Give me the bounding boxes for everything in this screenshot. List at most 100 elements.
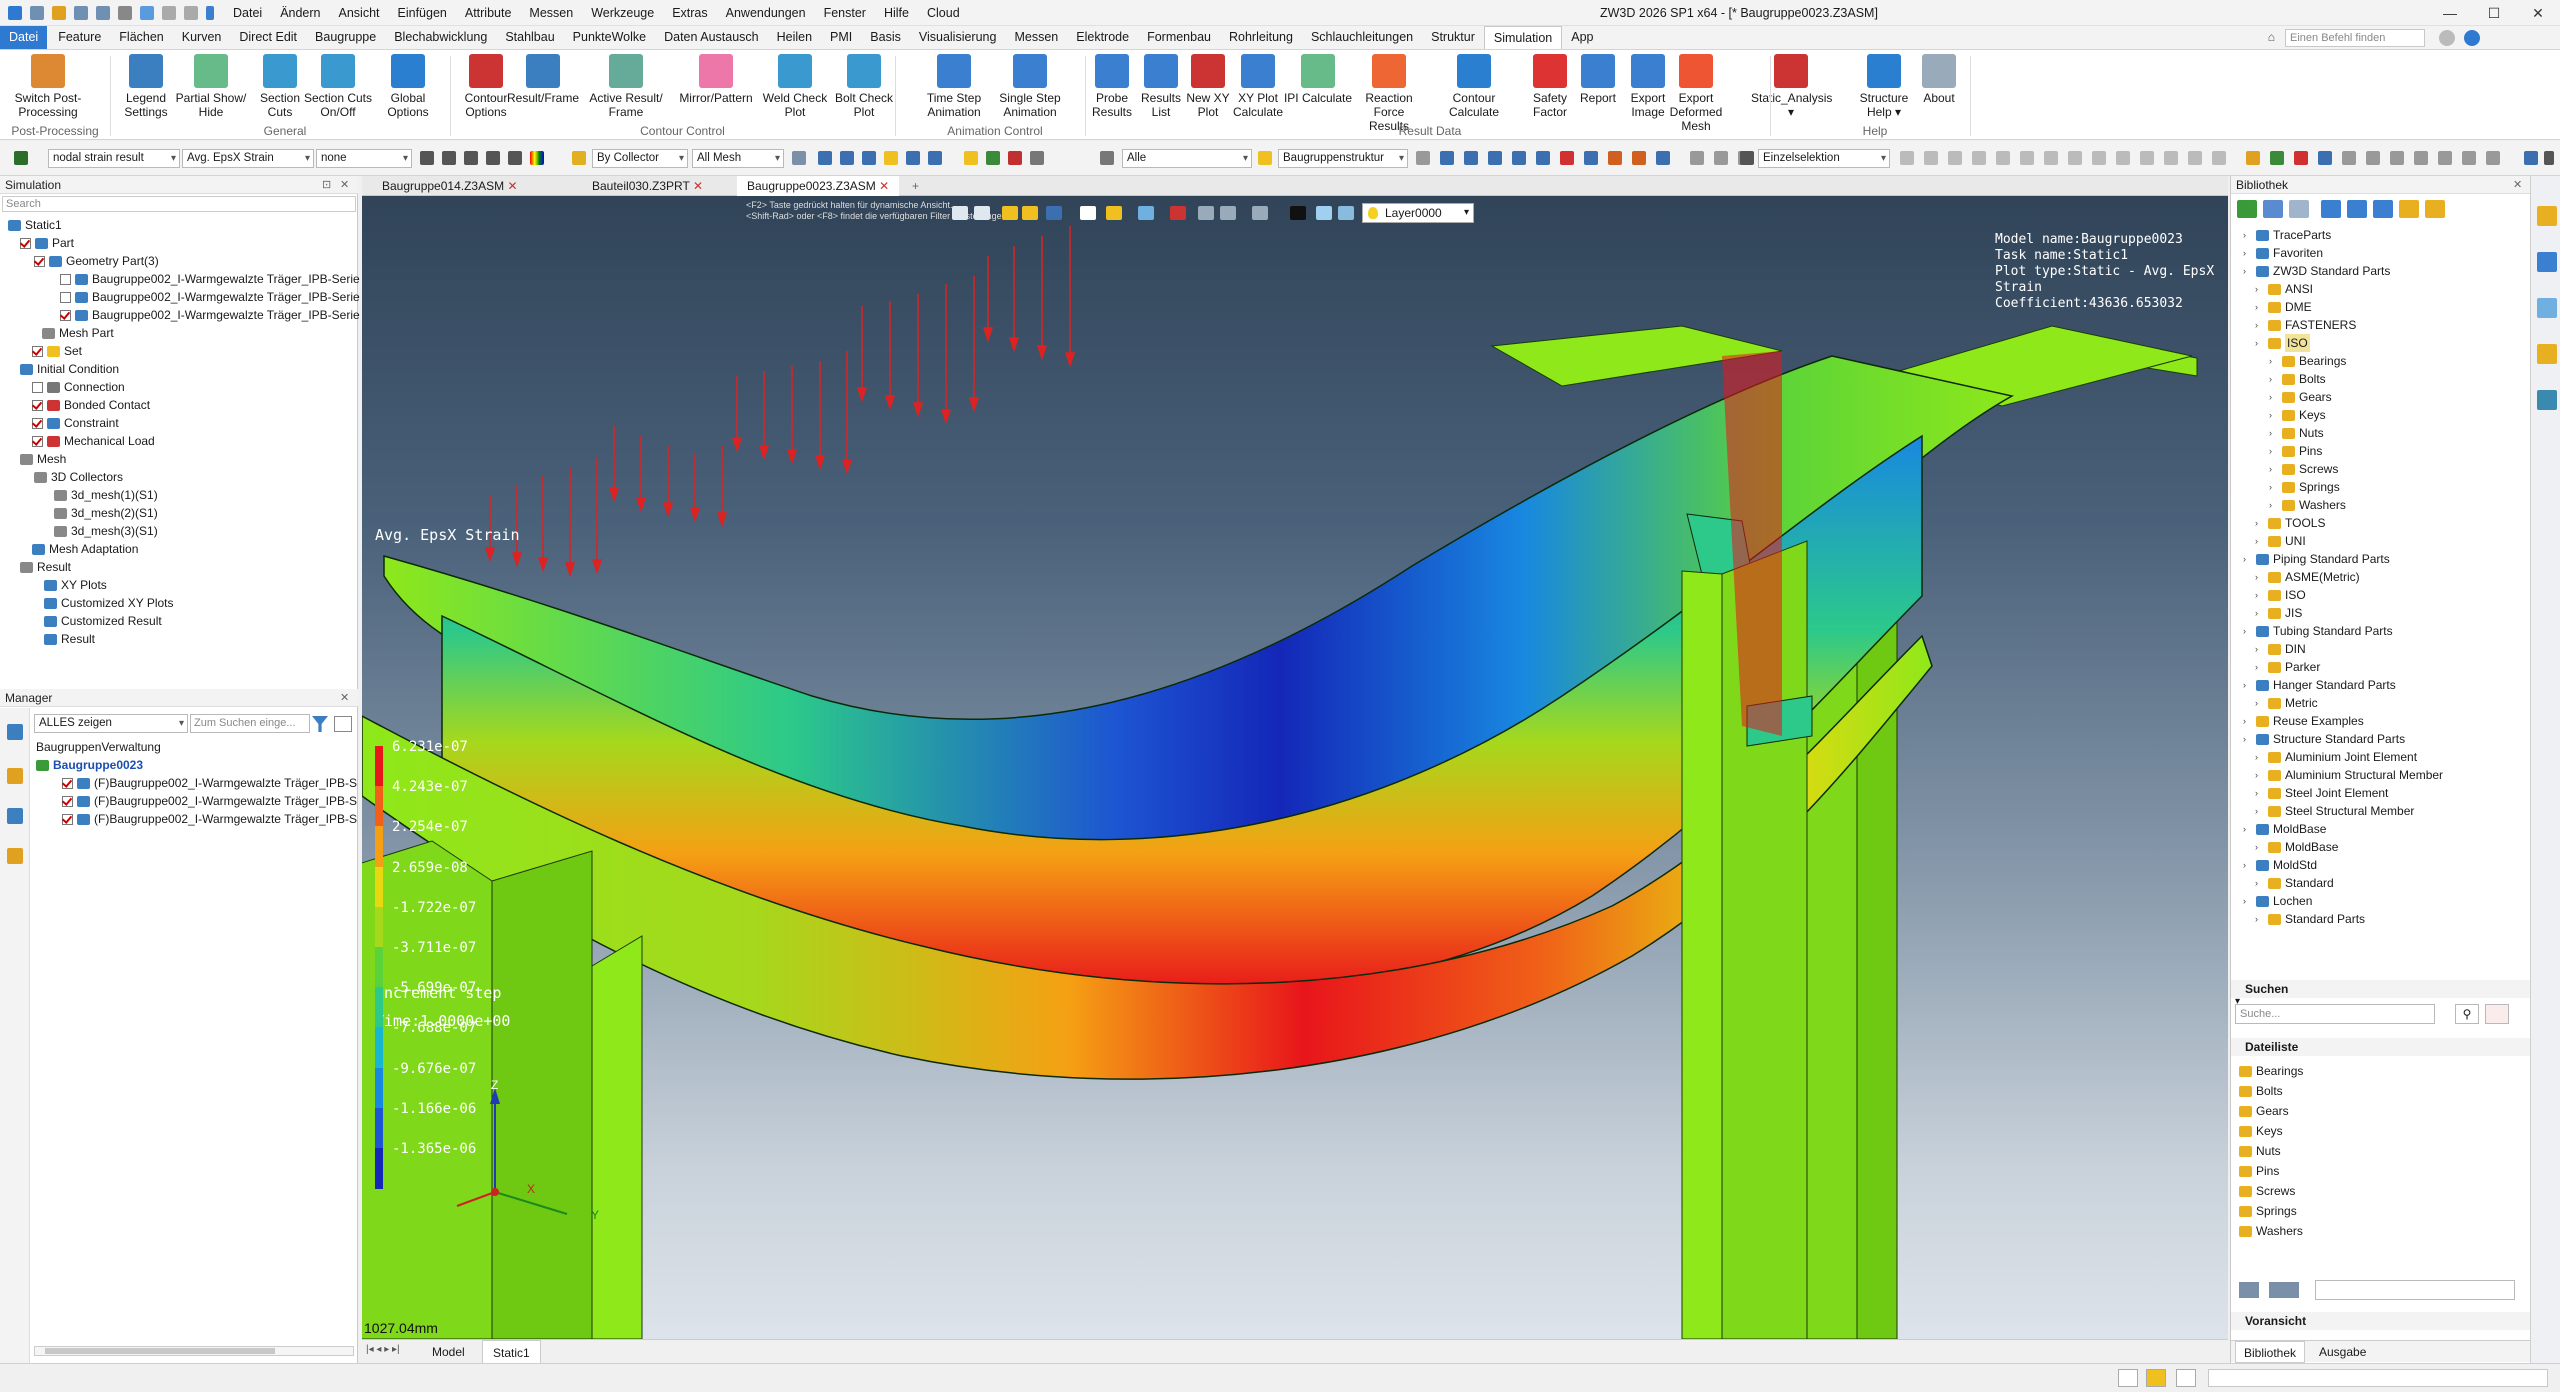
tool-icon-i[interactable] [1608,151,1622,165]
ribbon-tab-9[interactable]: Daten Austausch [655,26,768,49]
sim-tree-item[interactable]: Baugruppe002_I-Warmgewalzte Träger_IPB-S… [60,270,360,288]
library-tree-item[interactable]: › Keys [2269,406,2326,424]
view-orient-icon[interactable] [974,206,990,220]
first-frame-icon[interactable] [420,151,434,165]
expand-icon[interactable]: › [2255,568,2265,586]
library-tree-item[interactable]: › ISO [2255,586,2306,604]
file-list-item[interactable]: Nuts [2239,1142,2281,1160]
ribbon-tab-12[interactable]: Basis [861,26,910,49]
sim-tree-item[interactable]: Result [20,558,71,576]
library-search-icon[interactable]: ⚲ [2455,1004,2479,1024]
expand-icon[interactable]: › [2243,892,2253,910]
view-zoom-icon[interactable] [1138,206,1154,220]
ribbon-button-static-analysis[interactable]: Static_Analysis ▾ [1751,54,1832,119]
tool-icon-j[interactable] [1632,151,1646,165]
view-bg-light-icon[interactable] [1316,206,1332,220]
display-icon[interactable] [906,151,920,165]
ribbon-button-time-step[interactable]: Time Step Animation [914,54,994,119]
snap-icon-10[interactable] [2116,151,2130,165]
panel-pin-icon[interactable]: ⊡ [322,178,331,191]
shade-edge-icon[interactable] [840,151,854,165]
snap-icon-12[interactable] [2164,151,2178,165]
sim-tree-item[interactable]: Bonded Contact [32,396,150,414]
checkbox[interactable] [62,795,73,807]
sim-tree-item[interactable]: 3D Collectors [34,468,123,486]
ribbon-tab-13[interactable]: Visualisierung [910,26,1006,49]
tool-icon-h[interactable] [1584,151,1598,165]
snap-icon-9[interactable] [2092,151,2106,165]
expand-icon[interactable]: › [2255,334,2265,352]
library-tree-item[interactable]: › Favoriten [2243,244,2323,262]
snap-icon-1[interactable] [1900,151,1914,165]
loop-icon[interactable] [508,151,522,165]
ribbon-tab-20[interactable]: Simulation [1483,26,1563,49]
expand-icon[interactable]: › [2243,712,2253,730]
dock-tools-icon[interactable] [2537,344,2557,364]
view-fit-icon[interactable] [952,206,968,220]
doc-tab-2[interactable]: Bauteil030.Z3PRT ✕ [582,176,713,196]
tab-static1[interactable]: Static1 [482,1340,541,1364]
library-tree-item[interactable]: › Standard [2255,874,2334,892]
expand-icon[interactable]: › [2255,640,2265,658]
tool-icon-b[interactable] [1440,151,1454,165]
ribbon-tab-21[interactable]: App [1562,26,1602,49]
funnel-icon[interactable] [312,716,328,732]
library-tree-item[interactable]: › Gears [2269,388,2332,406]
minimize-button[interactable]: — [2428,0,2472,26]
library-tree-item[interactable]: › Aluminium Joint Element [2255,748,2417,766]
sim-tree-item[interactable]: Part [20,234,74,252]
ribbon-button-global-options[interactable]: Global Options [368,54,448,119]
file-list-item[interactable]: Springs [2239,1202,2297,1220]
doc-tab-3[interactable]: Baugruppe0023.Z3ASM ✕ [737,176,900,196]
tool-icon-d[interactable] [1488,151,1502,165]
ribbon-tab-7[interactable]: Stahlbau [496,26,563,49]
view-cube-icon[interactable] [1046,206,1062,220]
ribbon-button-result-frame[interactable]: Result/Frame [503,54,583,105]
doc-tab-2-close-icon[interactable]: ✕ [693,179,703,193]
manager-tool-icon-1[interactable] [7,724,23,740]
view-shade-icon[interactable] [1106,206,1122,220]
library-tree-item[interactable]: › Nuts [2269,424,2324,442]
ribbon-tab-18[interactable]: Schlauchleitungen [1302,26,1422,49]
ribbon-tab-6[interactable]: Blechabwicklung [385,26,496,49]
tool-icon-e[interactable] [1512,151,1526,165]
doc-tab-3-close-icon[interactable]: ✕ [879,179,889,193]
ribbon-button-bolt-check[interactable]: Bolt Check Plot [824,54,904,119]
library-tree-item[interactable]: › UNI [2255,532,2306,550]
tab-ausgabe[interactable]: Ausgabe [2311,1341,2374,1363]
ribbon-button-ipi[interactable]: IPI Calculate [1278,54,1358,105]
ribbon-button-active-result[interactable]: Active Result/Frame [586,54,666,119]
sim-tree-item[interactable]: Mesh [20,450,66,468]
view-display-icon[interactable] [1252,206,1268,220]
library-tree-item[interactable]: › Steel Structural Member [2255,802,2414,820]
sim-tree-item[interactable]: Connection [32,378,125,396]
doc-tab-1[interactable]: Baugruppe014.Z3ASM ✕ [372,176,528,196]
ribbon-button-partial-show[interactable]: Partial Show/Hide [171,54,251,119]
expand-icon[interactable]: › [2269,478,2279,496]
library-tree-item[interactable]: › Reuse Examples [2243,712,2364,730]
checkbox[interactable] [32,345,43,357]
expand-icon[interactable]: › [2255,658,2265,676]
expand-icon[interactable]: › [2255,604,2265,622]
lib-add-icon[interactable] [2237,200,2257,218]
expand-icon[interactable]: › [2243,730,2253,748]
sim-tree-item[interactable]: Set [32,342,82,360]
manager-tree-item[interactable]: BaugruppenVerwaltung [36,738,161,756]
library-tree-item[interactable]: › DME [2255,298,2312,316]
select-icon[interactable] [1740,151,1754,165]
menu-3[interactable]: Einfügen [389,0,456,26]
menu-4[interactable]: Attribute [456,0,521,26]
simulation-search-input[interactable]: Search [2,196,356,212]
library-search-input[interactable]: Suche... [2235,1004,2435,1024]
ribbon-button-single-step[interactable]: Single Step Animation [990,54,1070,119]
lib-home-icon[interactable] [2373,200,2393,218]
library-tree-item[interactable]: › ISO [2255,334,2310,352]
help-icon[interactable] [2464,30,2480,46]
view-grid-icon[interactable] [2269,1282,2299,1298]
ribbon-tab-0[interactable]: Datei [0,26,48,49]
add-icon[interactable] [986,151,1000,165]
library-tree-item[interactable]: › Bolts [2269,370,2326,388]
measure-icon[interactable] [1690,151,1704,165]
menu-9[interactable]: Fenster [815,0,875,26]
lib-up-icon[interactable] [2321,200,2341,218]
